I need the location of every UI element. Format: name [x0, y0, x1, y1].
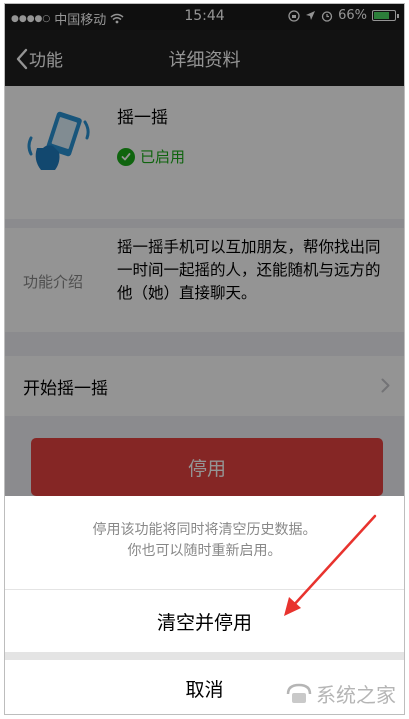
watermark-text: 系统之家 [316, 683, 396, 707]
action-sheet-message: 停用该功能将同时将清空历史数据。 你也可以随时重新启用。 [5, 496, 404, 589]
message-line-2: 你也可以随时重新启用。 [127, 543, 282, 559]
phone-screen: ●●●●○ 中国移动 15:44 66% 功能 详细资料 摇一摇 已启用 功能介… [4, 3, 405, 715]
watermark-logo-icon [286, 683, 312, 703]
clear-and-disable-button[interactable]: 清空并停用 [5, 590, 404, 652]
watermark: 系统之家 [286, 679, 396, 708]
message-line-1: 停用该功能将同时将清空历史数据。 [92, 522, 317, 538]
